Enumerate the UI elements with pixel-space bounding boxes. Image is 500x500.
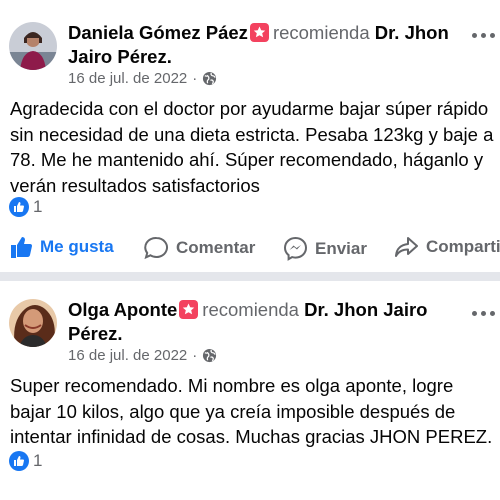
post-body: Agradecida con el doctor por ayudarme ba…: [10, 98, 494, 196]
recommend-badge-icon: [179, 300, 199, 319]
avatar[interactable]: [9, 22, 57, 70]
page-name-continued[interactable]: Jairo Pérez: [68, 46, 167, 67]
post-actions: Me gusta Comentar Enviar Compartir: [0, 236, 500, 266]
send-button[interactable]: Enviar: [283, 236, 367, 261]
page-name[interactable]: Dr. Jhon Jairo: [304, 299, 427, 320]
recommends-text: recomienda: [272, 22, 370, 43]
more-options-icon[interactable]: [472, 33, 496, 41]
more-options-icon[interactable]: [472, 311, 496, 319]
recommend-badge-icon: [249, 23, 269, 42]
like-reaction-icon: [9, 451, 29, 471]
reaction-summary[interactable]: 1: [9, 197, 42, 217]
post-divider: [0, 272, 500, 281]
like-reaction-icon: [9, 197, 29, 217]
post-date[interactable]: 16 de jul. de 2022: [68, 347, 187, 364]
avatar[interactable]: [9, 299, 57, 347]
review-post: Daniela Gómez Páez recomienda Dr. Jhon Ja…: [0, 0, 500, 272]
share-button[interactable]: Compartir: [394, 236, 500, 258]
post-header: Daniela Gómez Páez recomienda Dr. Jhon: [68, 20, 470, 46]
author-name[interactable]: Olga Aponte: [68, 299, 177, 320]
share-icon: [395, 237, 418, 257]
page-name-continued[interactable]: Pérez: [68, 323, 117, 344]
post-meta: 16 de jul. de 2022 ·: [68, 70, 217, 87]
post-meta: 16 de jul. de 2022 ·: [68, 347, 217, 364]
reaction-count: 1: [33, 451, 43, 470]
page-name[interactable]: Dr. Jhon: [375, 22, 449, 43]
reaction-count: 1: [33, 197, 43, 216]
reaction-summary[interactable]: 1: [9, 451, 42, 471]
globe-icon: [203, 348, 217, 363]
post-header: Olga Aponte recomienda Dr. Jhon Jairo: [68, 297, 470, 323]
author-name[interactable]: Daniela Gómez Páez: [68, 22, 248, 43]
like-button[interactable]: Me gusta: [10, 236, 114, 258]
comment-icon: [144, 236, 168, 260]
messenger-icon: [283, 236, 308, 261]
post-date[interactable]: 16 de jul. de 2022: [68, 70, 187, 87]
recommends-text: recomienda: [202, 299, 299, 320]
thumbs-up-icon: [11, 237, 32, 258]
comment-button[interactable]: Comentar: [144, 236, 255, 260]
review-post: Olga Aponte recomienda Dr. Jhon Jairo Pér…: [0, 281, 500, 500]
globe-icon: [203, 71, 217, 86]
post-body: Super recomendado. Mi nombre es olga apo…: [10, 375, 493, 447]
